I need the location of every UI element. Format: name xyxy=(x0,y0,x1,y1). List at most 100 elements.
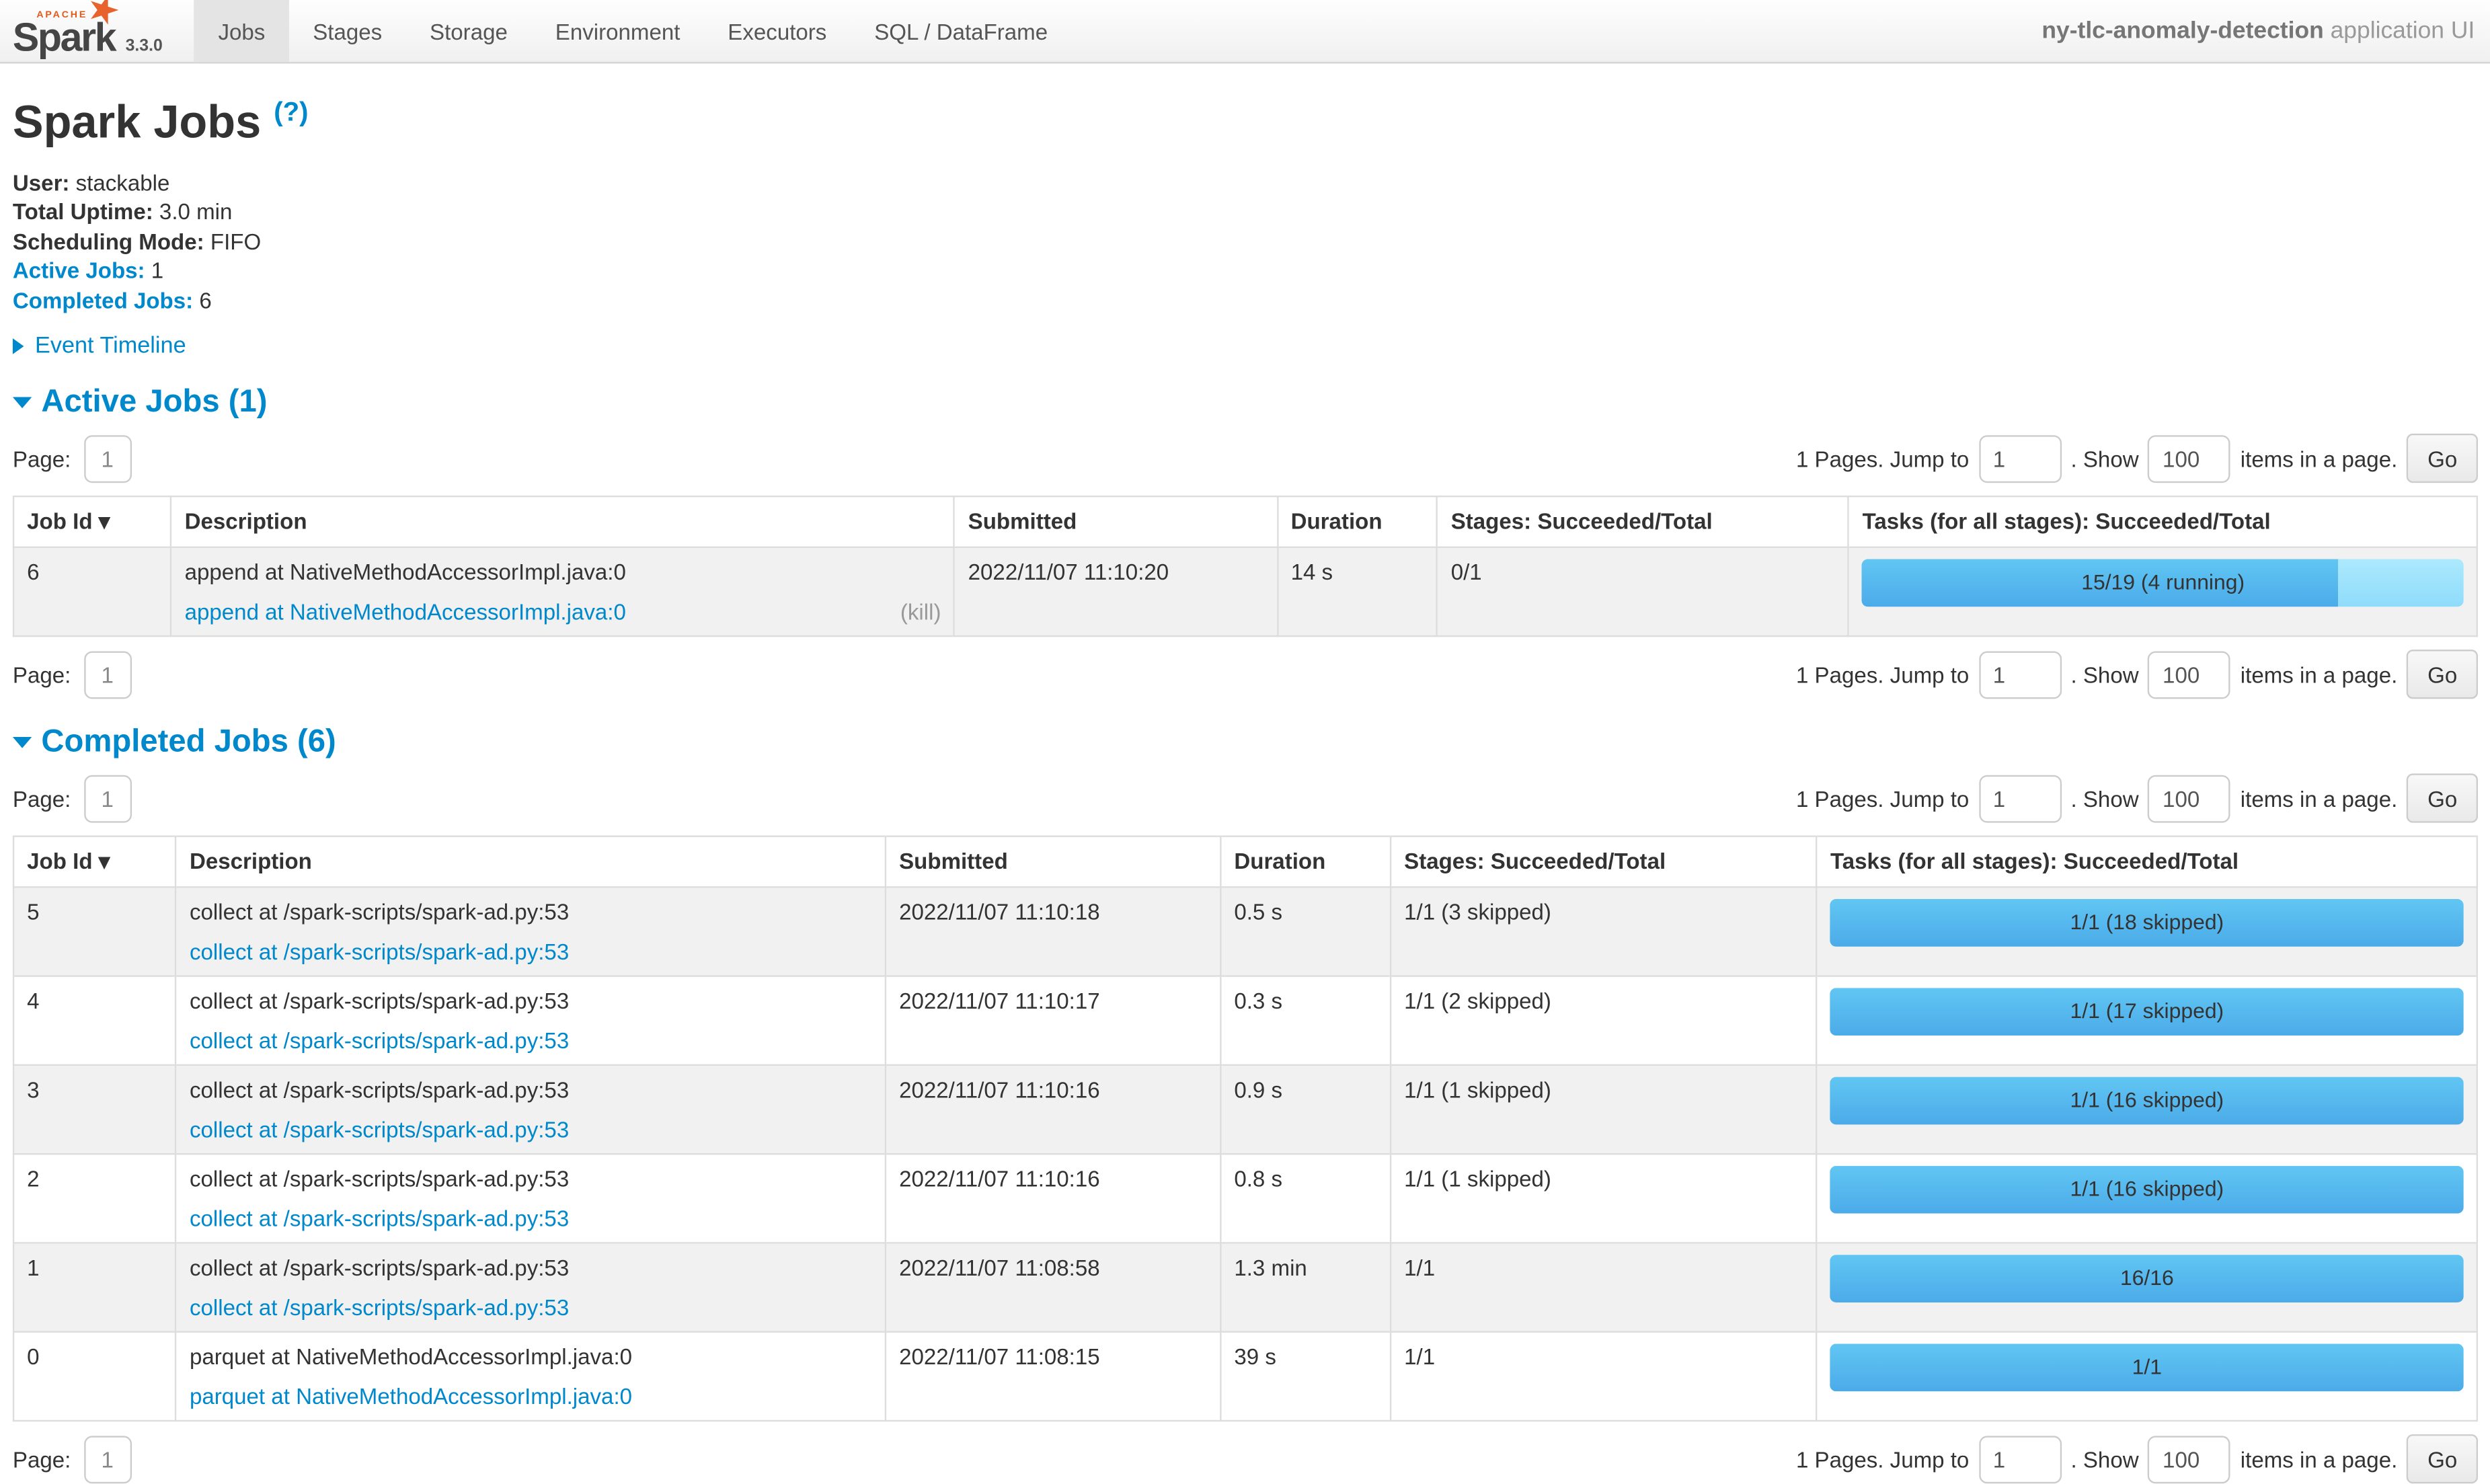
column-header[interactable]: Tasks (for all stages): Succeeded/Total xyxy=(1817,836,2477,888)
tab-stages[interactable]: Stages xyxy=(289,0,406,62)
stages-cell: 1/1 xyxy=(1391,1243,1817,1332)
job-row: 2collect at /spark-scripts/spark-ad.py:5… xyxy=(13,1155,2477,1243)
task-progress-bar: 15/19 (4 running) xyxy=(1863,559,2464,607)
event-timeline-toggle[interactable]: Event Timeline xyxy=(13,334,2478,359)
show-text: . Show xyxy=(2070,446,2138,471)
help-link[interactable]: (?) xyxy=(274,97,308,127)
tasks-cell: 1/1 (18 skipped) xyxy=(1817,888,2477,976)
collapse-arrow-down-icon xyxy=(13,737,32,748)
tab-executors[interactable]: Executors xyxy=(704,0,851,62)
pagination-bar: Page: 1 Pages. Jump to . Show items in a… xyxy=(13,774,2478,823)
column-header[interactable]: Submitted xyxy=(886,836,1220,888)
completed-jobs-link[interactable]: Completed Jobs: xyxy=(13,287,193,313)
spark-logo: APACHE Spark ★ xyxy=(13,3,118,57)
go-button[interactable]: Go xyxy=(2407,774,2478,823)
spark-version: 3.3.0 xyxy=(126,36,163,57)
job-description-cell: collect at /spark-scripts/spark-ad.py:53… xyxy=(176,1065,886,1154)
column-header[interactable]: Job Id ▾ xyxy=(13,836,176,888)
table-header-row: Job Id ▾DescriptionSubmittedDurationStag… xyxy=(13,836,2477,888)
go-button[interactable]: Go xyxy=(2407,1434,2478,1483)
items-per-page-input[interactable] xyxy=(2148,651,2231,699)
stages-cell: 1/1 (1 skipped) xyxy=(1391,1155,1817,1243)
jump-to-input[interactable] xyxy=(1978,651,2061,699)
job-id-cell: 4 xyxy=(13,976,176,1065)
job-row: 6 append at NativeMethodAccessorImpl.java… xyxy=(13,547,2477,636)
column-header[interactable]: Tasks (for all stages): Succeeded/Total xyxy=(1849,497,2477,548)
items-per-page-input[interactable] xyxy=(2148,434,2231,482)
tab-jobs[interactable]: Jobs xyxy=(194,0,289,62)
duration-cell: 14 s xyxy=(1278,547,1438,636)
go-button[interactable]: Go xyxy=(2407,650,2478,699)
page-number-input[interactable] xyxy=(83,1436,131,1483)
job-id-cell: 5 xyxy=(13,888,176,976)
items-text: items in a page. xyxy=(2241,446,2397,471)
job-description-link[interactable]: collect at /spark-scripts/spark-ad.py:53 xyxy=(190,1117,569,1142)
stages-cell: 1/1 xyxy=(1391,1332,1817,1421)
job-description-link[interactable]: collect at /spark-scripts/spark-ad.py:53 xyxy=(190,1295,569,1321)
task-progress-label: 1/1 (16 skipped) xyxy=(1830,1166,2464,1214)
task-progress-label: 1/1 (17 skipped) xyxy=(1830,988,2464,1036)
summary-user: User: stackable xyxy=(13,168,2478,198)
task-progress-bar: 1/1 (16 skipped) xyxy=(1830,1077,2464,1125)
pagination-bar: Page: 1 Pages. Jump to . Show items in a… xyxy=(13,650,2478,699)
page-number-input[interactable] xyxy=(83,651,131,699)
tasks-cell: 15/19 (4 running) xyxy=(1849,547,2477,636)
items-per-page-input[interactable] xyxy=(2148,775,2231,822)
job-description-link[interactable]: collect at /spark-scripts/spark-ad.py:53 xyxy=(190,1206,569,1231)
summary-completed-jobs: Completed Jobs: 6 xyxy=(13,285,2478,315)
tab-sql-dataframe[interactable]: SQL / DataFrame xyxy=(851,0,1072,62)
job-description-cell: collect at /spark-scripts/spark-ad.py:53… xyxy=(176,1243,886,1332)
column-header[interactable]: Duration xyxy=(1278,497,1438,548)
job-description-link[interactable]: parquet at NativeMethodAccessorImpl.java… xyxy=(190,1384,632,1409)
tab-storage[interactable]: Storage xyxy=(406,0,532,62)
job-description-cell: collect at /spark-scripts/spark-ad.py:53… xyxy=(176,888,886,976)
job-row: 5collect at /spark-scripts/spark-ad.py:5… xyxy=(13,888,2477,976)
task-progress-bar: 1/1 (16 skipped) xyxy=(1830,1166,2464,1214)
column-header[interactable]: Stages: Succeeded/Total xyxy=(1438,497,1849,548)
job-description-link[interactable]: append at NativeMethodAccessorImpl.java:… xyxy=(185,599,626,625)
jump-to-input[interactable] xyxy=(1978,775,2061,822)
active-jobs-link[interactable]: Active Jobs: xyxy=(13,258,145,283)
page-title: Spark Jobs (?) xyxy=(13,87,2478,151)
items-per-page-input[interactable] xyxy=(2148,1436,2231,1483)
pages-count-text: 1 Pages. Jump to xyxy=(1796,446,1969,471)
go-button[interactable]: Go xyxy=(2407,434,2478,483)
column-header[interactable]: Description xyxy=(176,836,886,888)
column-header[interactable]: Job Id ▾ xyxy=(13,497,171,548)
job-description-link[interactable]: collect at /spark-scripts/spark-ad.py:53 xyxy=(190,1028,569,1054)
submitted-cell: 2022/11/07 11:08:15 xyxy=(886,1332,1220,1421)
application-ui-suffix: application UI xyxy=(2324,17,2475,44)
tab-environment[interactable]: Environment xyxy=(531,0,704,62)
task-progress-bar: 1/1 xyxy=(1830,1344,2464,1392)
table-header-row: Job Id ▾DescriptionSubmittedDurationStag… xyxy=(13,497,2477,548)
column-header[interactable]: Submitted xyxy=(955,497,1278,548)
kill-link[interactable]: (kill) xyxy=(900,599,941,625)
column-header[interactable]: Description xyxy=(171,497,955,548)
column-header[interactable]: Stages: Succeeded/Total xyxy=(1391,836,1817,888)
jump-to-input[interactable] xyxy=(1978,434,2061,482)
job-description: collect at /spark-scripts/spark-ad.py:53 xyxy=(190,1077,872,1103)
job-description-cell: collect at /spark-scripts/spark-ad.py:53… xyxy=(176,976,886,1065)
pagination-bar: Page: 1 Pages. Jump to . Show items in a… xyxy=(13,434,2478,483)
page-label: Page: xyxy=(13,785,71,811)
task-progress-label: 16/16 xyxy=(1830,1255,2464,1303)
task-progress-bar: 16/16 xyxy=(1830,1255,2464,1303)
jump-to-input[interactable] xyxy=(1978,1436,2061,1483)
job-id-cell: 6 xyxy=(13,547,171,636)
active-jobs-section-header[interactable]: Active Jobs (1) xyxy=(13,385,2478,421)
active-jobs-title: Active Jobs (1) xyxy=(41,385,267,421)
show-text: . Show xyxy=(2070,785,2138,811)
page-number-input[interactable] xyxy=(83,434,131,482)
job-description: parquet at NativeMethodAccessorImpl.java… xyxy=(190,1344,872,1370)
column-header[interactable]: Duration xyxy=(1220,836,1391,888)
completed-jobs-table: Job Id ▾DescriptionSubmittedDurationStag… xyxy=(13,836,2478,1422)
page-number-input[interactable] xyxy=(83,775,131,822)
completed-jobs-section-header[interactable]: Completed Jobs (6) xyxy=(13,725,2478,761)
page-label: Page: xyxy=(13,446,71,471)
duration-cell: 0.5 s xyxy=(1220,888,1391,976)
application-name: ny-tlc-anomaly-detection xyxy=(2041,17,2323,44)
job-description-link[interactable]: collect at /spark-scripts/spark-ad.py:53 xyxy=(190,939,569,964)
collapse-arrow-right-icon xyxy=(13,339,24,355)
stages-cell: 0/1 xyxy=(1438,547,1849,636)
pages-count-text: 1 Pages. Jump to xyxy=(1796,1446,1969,1472)
